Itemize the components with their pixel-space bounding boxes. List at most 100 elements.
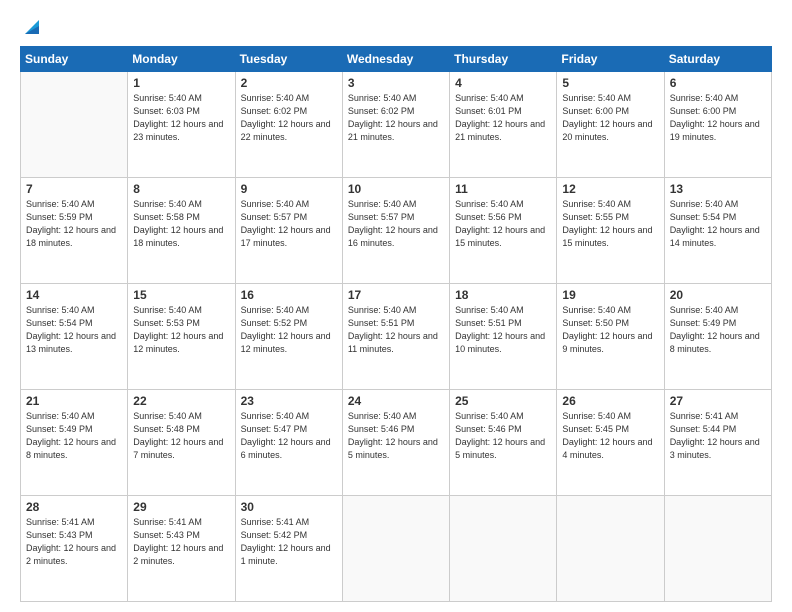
calendar-cell: 11 Sunrise: 5:40 AMSunset: 5:56 PMDayligh…: [450, 178, 557, 284]
calendar-cell: [557, 496, 664, 602]
calendar-cell: 13 Sunrise: 5:40 AMSunset: 5:54 PMDayligh…: [664, 178, 771, 284]
calendar-cell: 30 Sunrise: 5:41 AMSunset: 5:42 PMDayligh…: [235, 496, 342, 602]
cell-info: Sunrise: 5:40 AMSunset: 6:03 PMDaylight:…: [133, 92, 229, 144]
calendar-cell: 18 Sunrise: 5:40 AMSunset: 5:51 PMDayligh…: [450, 284, 557, 390]
cell-info: Sunrise: 5:40 AMSunset: 5:46 PMDaylight:…: [348, 410, 444, 462]
calendar-cell: 3Sunrise: 5:40 AMSunset: 6:02 PMDaylight…: [342, 72, 449, 178]
calendar-cell: 6Sunrise: 5:40 AMSunset: 6:00 PMDaylight…: [664, 72, 771, 178]
day-number: 18: [455, 288, 551, 302]
cell-info: Sunrise: 5:40 AMSunset: 6:00 PMDaylight:…: [562, 92, 658, 144]
day-number: 3: [348, 76, 444, 90]
day-number: 6: [670, 76, 766, 90]
col-header-thursday: Thursday: [450, 47, 557, 72]
calendar-cell: [342, 496, 449, 602]
col-header-monday: Monday: [128, 47, 235, 72]
week-row-3: 21 Sunrise: 5:40 AMSunset: 5:49 PMDayligh…: [21, 390, 772, 496]
week-row-2: 14 Sunrise: 5:40 AMSunset: 5:54 PMDayligh…: [21, 284, 772, 390]
day-number: 8: [133, 182, 229, 196]
calendar-table: SundayMondayTuesdayWednesdayThursdayFrid…: [20, 46, 772, 602]
calendar-cell: 14 Sunrise: 5:40 AMSunset: 5:54 PMDayligh…: [21, 284, 128, 390]
cell-info: Sunrise: 5:41 AMSunset: 5:42 PMDaylight:…: [241, 516, 337, 568]
cell-info: Sunrise: 5:40 AMSunset: 5:49 PMDaylight:…: [26, 410, 122, 462]
cell-info: Sunrise: 5:40 AMSunset: 5:47 PMDaylight:…: [241, 410, 337, 462]
day-number: 11: [455, 182, 551, 196]
cell-info: Sunrise: 5:40 AMSunset: 5:56 PMDaylight:…: [455, 198, 551, 250]
day-number: 2: [241, 76, 337, 90]
day-number: 30: [241, 500, 337, 514]
calendar-cell: 20 Sunrise: 5:40 AMSunset: 5:49 PMDayligh…: [664, 284, 771, 390]
calendar-cell: 21 Sunrise: 5:40 AMSunset: 5:49 PMDayligh…: [21, 390, 128, 496]
calendar-cell: 16 Sunrise: 5:40 AMSunset: 5:52 PMDayligh…: [235, 284, 342, 390]
cell-info: Sunrise: 5:40 AMSunset: 5:52 PMDaylight:…: [241, 304, 337, 356]
col-header-sunday: Sunday: [21, 47, 128, 72]
logo-icon: [21, 16, 43, 38]
cell-info: Sunrise: 5:41 AMSunset: 5:44 PMDaylight:…: [670, 410, 766, 462]
day-number: 4: [455, 76, 551, 90]
day-number: 21: [26, 394, 122, 408]
col-header-saturday: Saturday: [664, 47, 771, 72]
cell-info: Sunrise: 5:40 AMSunset: 5:54 PMDaylight:…: [26, 304, 122, 356]
calendar-cell: 5 Sunrise: 5:40 AMSunset: 6:00 PMDaylight…: [557, 72, 664, 178]
day-number: 19: [562, 288, 658, 302]
day-number: 25: [455, 394, 551, 408]
day-number: 24: [348, 394, 444, 408]
cell-info: Sunrise: 5:40 AMSunset: 5:59 PMDaylight:…: [26, 198, 122, 250]
week-row-4: 28 Sunrise: 5:41 AMSunset: 5:43 PMDayligh…: [21, 496, 772, 602]
week-row-0: 1 Sunrise: 5:40 AMSunset: 6:03 PMDaylight…: [21, 72, 772, 178]
calendar-cell: 2 Sunrise: 5:40 AMSunset: 6:02 PMDaylight…: [235, 72, 342, 178]
day-number: 22: [133, 394, 229, 408]
cell-info: Sunrise: 5:40 AMSunset: 5:58 PMDaylight:…: [133, 198, 229, 250]
calendar-cell: 7Sunrise: 5:40 AMSunset: 5:59 PMDaylight…: [21, 178, 128, 284]
week-row-1: 7Sunrise: 5:40 AMSunset: 5:59 PMDaylight…: [21, 178, 772, 284]
cell-info: Sunrise: 5:40 AMSunset: 5:54 PMDaylight:…: [670, 198, 766, 250]
day-number: 23: [241, 394, 337, 408]
calendar-cell: [21, 72, 128, 178]
cell-info: Sunrise: 5:40 AMSunset: 5:49 PMDaylight:…: [670, 304, 766, 356]
day-number: 29: [133, 500, 229, 514]
calendar-cell: 4 Sunrise: 5:40 AMSunset: 6:01 PMDaylight…: [450, 72, 557, 178]
calendar-cell: 25 Sunrise: 5:40 AMSunset: 5:46 PMDayligh…: [450, 390, 557, 496]
day-number: 26: [562, 394, 658, 408]
calendar-cell: 23 Sunrise: 5:40 AMSunset: 5:47 PMDayligh…: [235, 390, 342, 496]
calendar-cell: 24 Sunrise: 5:40 AMSunset: 5:46 PMDayligh…: [342, 390, 449, 496]
cell-info: Sunrise: 5:41 AMSunset: 5:43 PMDaylight:…: [26, 516, 122, 568]
day-number: 16: [241, 288, 337, 302]
page: SundayMondayTuesdayWednesdayThursdayFrid…: [0, 0, 792, 612]
day-number: 15: [133, 288, 229, 302]
day-number: 1: [133, 76, 229, 90]
calendar-cell: [450, 496, 557, 602]
cell-info: Sunrise: 5:40 AMSunset: 5:46 PMDaylight:…: [455, 410, 551, 462]
col-header-wednesday: Wednesday: [342, 47, 449, 72]
cell-info: Sunrise: 5:40 AMSunset: 6:02 PMDaylight:…: [241, 92, 337, 144]
cell-info: Sunrise: 5:40 AMSunset: 5:57 PMDaylight:…: [348, 198, 444, 250]
cell-info: Sunrise: 5:40 AMSunset: 5:53 PMDaylight:…: [133, 304, 229, 356]
calendar-cell: [664, 496, 771, 602]
col-header-tuesday: Tuesday: [235, 47, 342, 72]
logo: [20, 16, 43, 36]
calendar-cell: 10Sunrise: 5:40 AMSunset: 5:57 PMDayligh…: [342, 178, 449, 284]
calendar-cell: 9Sunrise: 5:40 AMSunset: 5:57 PMDaylight…: [235, 178, 342, 284]
day-number: 5: [562, 76, 658, 90]
calendar-cell: 26 Sunrise: 5:40 AMSunset: 5:45 PMDayligh…: [557, 390, 664, 496]
calendar-cell: 22Sunrise: 5:40 AMSunset: 5:48 PMDayligh…: [128, 390, 235, 496]
cell-info: Sunrise: 5:40 AMSunset: 5:51 PMDaylight:…: [455, 304, 551, 356]
calendar-cell: 8 Sunrise: 5:40 AMSunset: 5:58 PMDaylight…: [128, 178, 235, 284]
cell-info: Sunrise: 5:40 AMSunset: 6:01 PMDaylight:…: [455, 92, 551, 144]
day-number: 14: [26, 288, 122, 302]
cell-info: Sunrise: 5:40 AMSunset: 5:57 PMDaylight:…: [241, 198, 337, 250]
cell-info: Sunrise: 5:40 AMSunset: 5:45 PMDaylight:…: [562, 410, 658, 462]
day-number: 20: [670, 288, 766, 302]
day-number: 27: [670, 394, 766, 408]
calendar-cell: 1 Sunrise: 5:40 AMSunset: 6:03 PMDaylight…: [128, 72, 235, 178]
cell-info: Sunrise: 5:41 AMSunset: 5:43 PMDaylight:…: [133, 516, 229, 568]
calendar-cell: 29 Sunrise: 5:41 AMSunset: 5:43 PMDayligh…: [128, 496, 235, 602]
day-number: 13: [670, 182, 766, 196]
header: [20, 16, 772, 36]
cell-info: Sunrise: 5:40 AMSunset: 5:50 PMDaylight:…: [562, 304, 658, 356]
calendar-cell: 28 Sunrise: 5:41 AMSunset: 5:43 PMDayligh…: [21, 496, 128, 602]
calendar-cell: 19 Sunrise: 5:40 AMSunset: 5:50 PMDayligh…: [557, 284, 664, 390]
cell-info: Sunrise: 5:40 AMSunset: 5:55 PMDaylight:…: [562, 198, 658, 250]
day-number: 28: [26, 500, 122, 514]
calendar-cell: 12Sunrise: 5:40 AMSunset: 5:55 PMDayligh…: [557, 178, 664, 284]
calendar-cell: 27 Sunrise: 5:41 AMSunset: 5:44 PMDayligh…: [664, 390, 771, 496]
